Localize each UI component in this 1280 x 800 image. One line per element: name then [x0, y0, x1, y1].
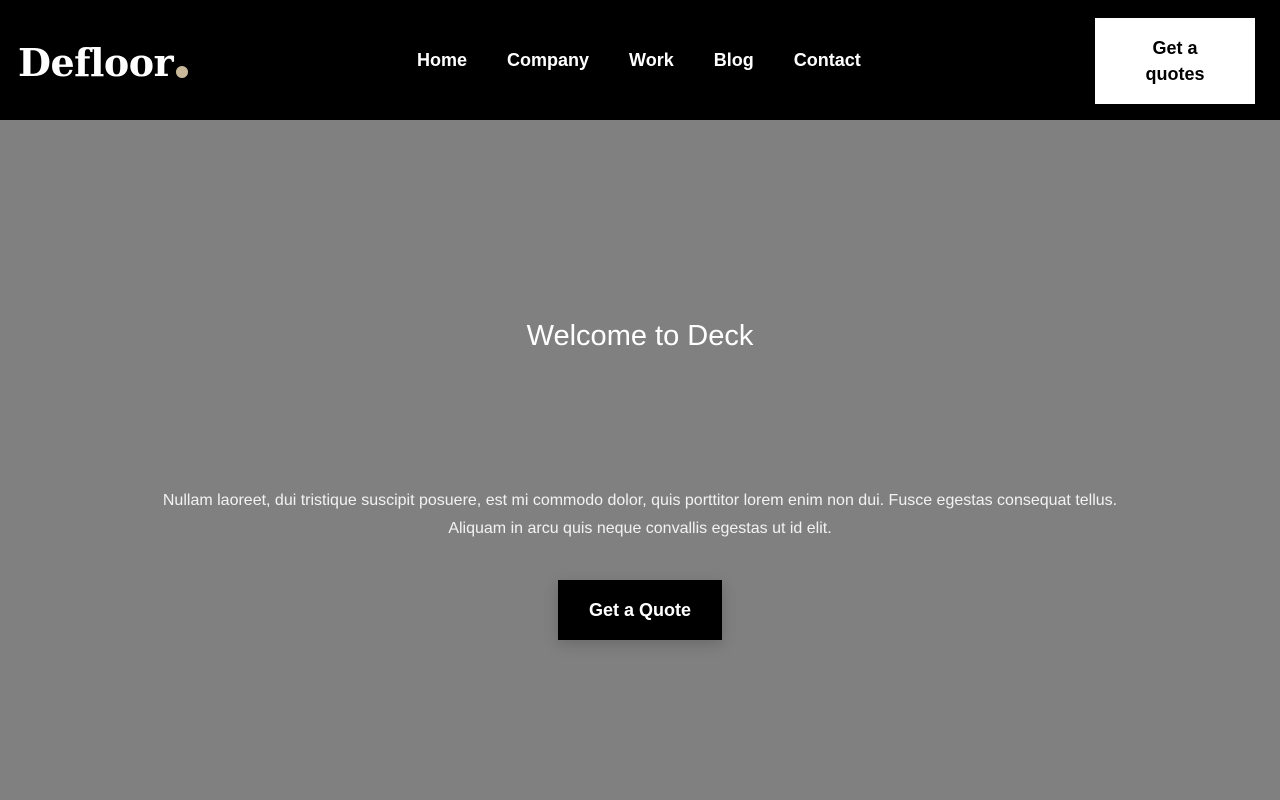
logo-link[interactable]: Defloor	[18, 36, 189, 86]
logo-text: Defloor	[18, 40, 174, 85]
nav-item-company[interactable]: Company	[507, 48, 589, 72]
main-nav: Home Company Work Blog Contact	[417, 48, 861, 72]
hero-section: Welcome to Deck Nullam laoreet, dui tris…	[0, 120, 1280, 800]
nav-item-home[interactable]: Home	[417, 48, 467, 72]
hero-title: Welcome to Deck	[526, 320, 754, 352]
site-header: Defloor Home Company Work Blog Contact G…	[0, 0, 1280, 120]
nav-item-work[interactable]: Work	[629, 48, 674, 72]
get-a-quote-button[interactable]: Get a Quote	[558, 580, 722, 640]
hero-text: Nullam laoreet, dui tristique suscipit p…	[162, 492, 1118, 537]
nav-item-blog[interactable]: Blog	[714, 48, 754, 72]
get-quotes-button[interactable]: Get a quotes	[1095, 18, 1255, 104]
nav-item-contact[interactable]: Contact	[794, 48, 861, 72]
logo-dot-icon	[176, 66, 189, 78]
